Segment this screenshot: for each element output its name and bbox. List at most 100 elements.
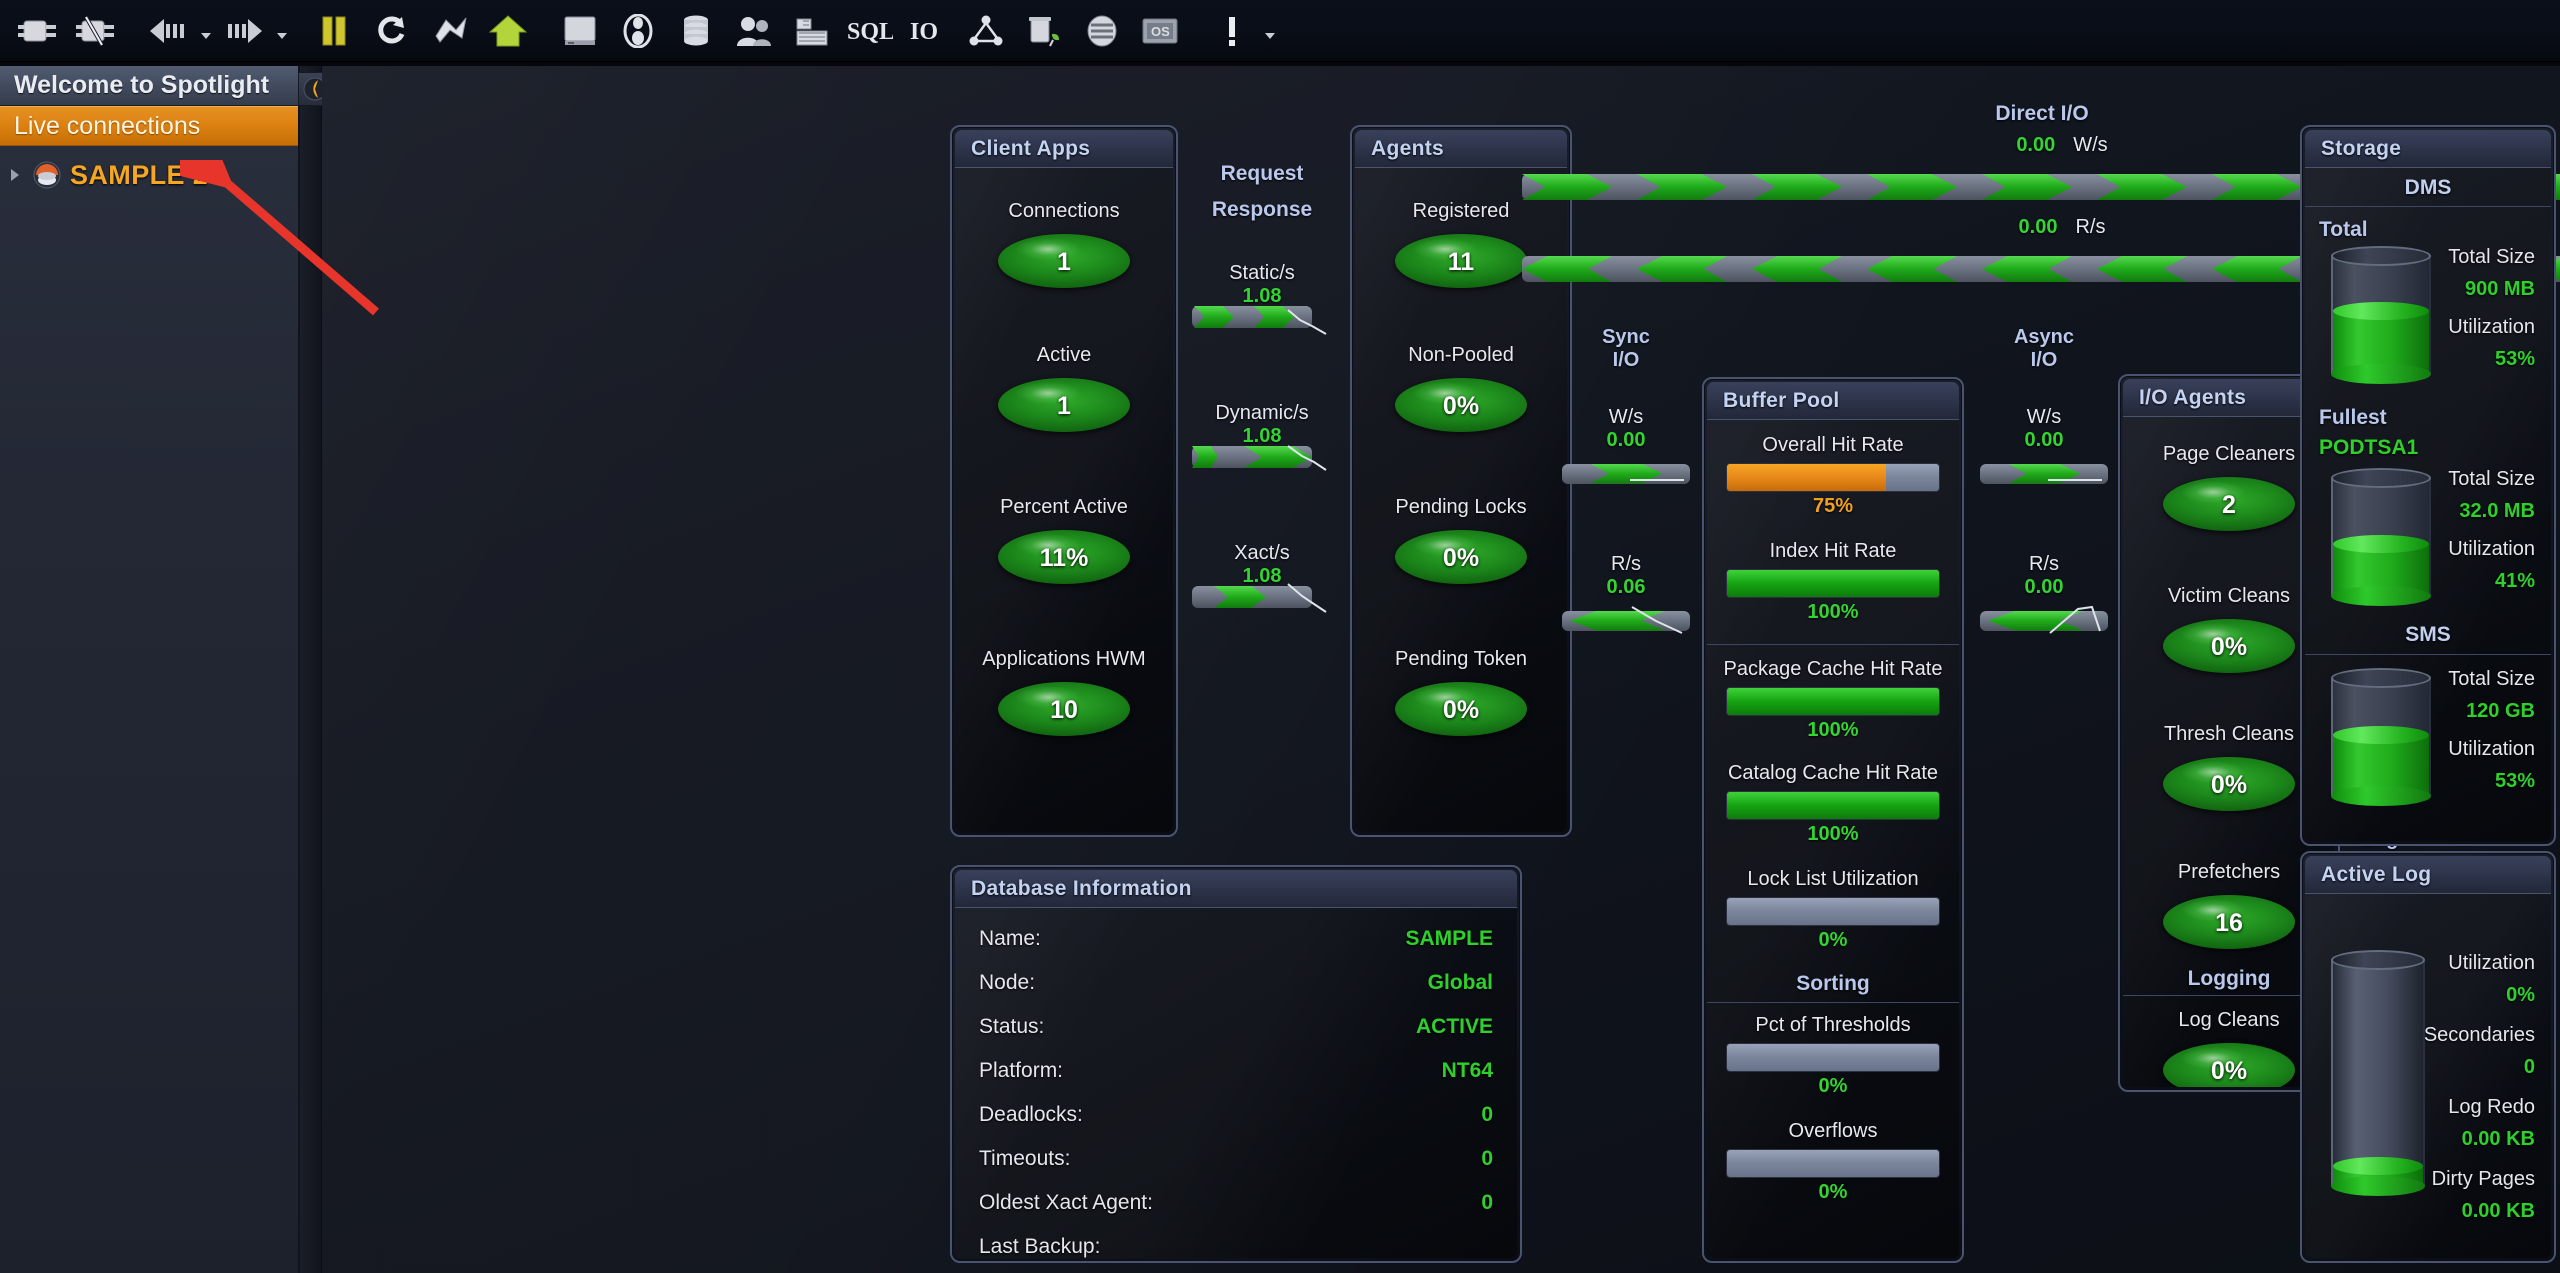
alarms-icon[interactable]	[1204, 3, 1260, 59]
tree-item-sample2[interactable]: SAMPLE 2	[0, 152, 298, 198]
async-io-name-2: I/O	[2030, 348, 2058, 371]
sync-io-column: Sync I/O W/s 0.00 R/s 0.06	[1562, 326, 1690, 658]
flow-xact[interactable]: Xact/s 1.08	[1182, 542, 1342, 613]
buffer-pool-icon[interactable]	[784, 3, 840, 59]
panel-active-log[interactable]: Active Log Utilization 0% Secondaries 0 …	[2300, 851, 2556, 1263]
panel-title: Storage	[2321, 136, 2402, 160]
storage-sms-size-label: Total Size	[2448, 668, 2535, 690]
panel-buffer-pool[interactable]: Buffer Pool Overall Hit Rate 75% Index H…	[1702, 377, 1964, 1263]
panel-body: Overall Hit Rate 75% Index Hit Rate 100%…	[1707, 420, 1959, 1258]
alarms-dropdown-caret-icon[interactable]	[1262, 3, 1278, 59]
flow-dynamic[interactable]: Dynamic/s 1.08	[1182, 402, 1342, 471]
metric-gauge: 11%	[998, 530, 1130, 584]
sync-io-read-value: 0.06	[1606, 575, 1646, 598]
metric-applications-hwm[interactable]: Applications HWM 10	[955, 648, 1173, 736]
active-log-key: Dirty Pages	[2431, 1168, 2535, 1190]
meter-package-cache-hit-rate[interactable]: Package Cache Hit Rate 100%	[1707, 658, 1959, 742]
metric-pending-locks[interactable]: Pending Locks 0%	[1355, 496, 1567, 584]
back-dropdown-caret-icon[interactable]	[198, 3, 214, 59]
panel-agents[interactable]: Agents Registered 11 Non-Pooled 0% Pendi…	[1350, 125, 1572, 837]
panel-header: Buffer Pool	[1707, 382, 1959, 420]
metric-label: Percent Active	[1000, 496, 1128, 518]
direct-io-title: Direct I/O	[1995, 102, 2089, 125]
users-icon[interactable]	[726, 3, 782, 59]
table-row: Oldest Xact Agent: 0	[979, 1182, 1493, 1224]
row-key: Status:	[979, 1015, 1045, 1038]
sync-io-name-1: Sync	[1602, 326, 1650, 348]
expand-arrow-icon[interactable]	[6, 166, 24, 184]
metric-value: 1	[1057, 391, 1071, 420]
direct-io-write-value: 0.00	[2016, 134, 2056, 156]
panel-database-information[interactable]: Database Information Name: SAMPLE Node: …	[950, 865, 1522, 1263]
nav-splitter[interactable]	[300, 66, 322, 1273]
metric-non-pooled[interactable]: Non-Pooled 0%	[1355, 344, 1567, 432]
flow-value: 1.08	[1242, 425, 1282, 447]
flow-label: Dynamic/s	[1215, 402, 1309, 424]
playback-icon[interactable]	[422, 3, 478, 59]
pause-icon[interactable]	[306, 3, 362, 59]
dashboard-canvas: Client Apps Connections 1 Active 1 Perce…	[322, 66, 2560, 1273]
meter-index-hit-rate[interactable]: Index Hit Rate 100%	[1707, 540, 1959, 624]
metric-label: Active	[1036, 344, 1092, 366]
meter-label: Overall Hit Rate	[1762, 434, 1904, 456]
trash-icon[interactable]	[1016, 3, 1072, 59]
nav-live-connections[interactable]: Live connections	[0, 106, 298, 146]
refresh-icon[interactable]	[364, 3, 420, 59]
connect-icon[interactable]	[10, 3, 66, 59]
panel-header: Database Information	[955, 870, 1517, 908]
panel-body: DMS Total Total Size 900 MB Utilization …	[2305, 168, 2551, 841]
metric-gauge: 0%	[1395, 682, 1527, 736]
database-icon[interactable]	[668, 3, 724, 59]
direct-io-read-value: 0.00	[2018, 216, 2058, 238]
disconnect-icon[interactable]	[68, 3, 124, 59]
metric-value: 11	[1447, 247, 1475, 276]
table-row: Platform: NT64	[979, 1050, 1493, 1092]
table-row: Deadlocks: 0	[979, 1094, 1493, 1136]
logs-icon[interactable]	[1074, 3, 1130, 59]
io-icon[interactable]: IO	[900, 3, 956, 59]
storage-fullest-util-label: Utilization	[2448, 538, 2535, 560]
async-io-column: Async I/O W/s 0.00 R/s 0.00	[1980, 326, 2108, 660]
meter-catalog-cache-hit-rate[interactable]: Catalog Cache Hit Rate 100%	[1707, 762, 1959, 846]
panel-header: Client Apps	[955, 130, 1173, 168]
overview-icon[interactable]	[552, 3, 608, 59]
metric-label: Pending Token	[1395, 648, 1527, 670]
async-io-read-value: 0.00	[2024, 575, 2064, 598]
metric-value: 0%	[1442, 695, 1480, 724]
panel-title: I/O Agents	[2139, 385, 2247, 409]
metric-percent-active[interactable]: Percent Active 11%	[955, 496, 1173, 584]
meter-label: Catalog Cache Hit Rate	[1727, 762, 1939, 784]
active-log-value: 0	[2523, 1056, 2535, 1078]
forward-arrow-icon[interactable]	[216, 3, 272, 59]
meter-pct-of-thresholds[interactable]: Pct of Thresholds 0%	[1707, 1014, 1959, 1098]
panel-client-apps[interactable]: Client Apps Connections 1 Active 1 Perce…	[950, 125, 1178, 837]
os-icon[interactable]: OS	[1132, 3, 1188, 59]
active-log-value: 0.00 KB	[2461, 1128, 2535, 1150]
metric-pending-token[interactable]: Pending Token 0%	[1355, 648, 1567, 736]
tree-item-label: SAMPLE 2	[70, 159, 209, 190]
sql-icon[interactable]: SQL	[842, 3, 898, 59]
meter-value: 75%	[1812, 495, 1854, 517]
nav-welcome-title[interactable]: Welcome to Spotlight	[0, 66, 298, 106]
storage-fullest-name: PODTSA1	[2319, 436, 2419, 459]
meter-value: 100%	[1807, 719, 1859, 741]
metric-gauge: 1	[998, 378, 1130, 432]
topology-icon[interactable]	[958, 3, 1014, 59]
back-arrow-icon[interactable]	[140, 3, 196, 59]
metric-active[interactable]: Active 1	[955, 344, 1173, 432]
forward-dropdown-caret-icon[interactable]	[274, 3, 290, 59]
active-log-value: 0.00 KB	[2461, 1200, 2535, 1222]
home-icon[interactable]	[480, 3, 536, 59]
meter-lock-list-utilization[interactable]: Lock List Utilization 0%	[1707, 868, 1959, 952]
left-navigation-pane: Welcome to Spotlight Live connections SA…	[0, 66, 300, 1273]
metric-gauge: 10	[998, 682, 1130, 736]
flow-static[interactable]: Static/s 1.08	[1182, 262, 1342, 335]
meter-overflows[interactable]: Overflows 0%	[1707, 1120, 1959, 1204]
metric-connections[interactable]: Connections 1	[955, 200, 1173, 288]
panel-storage[interactable]: Storage DMS Total Total Size 900 MB Util…	[2300, 125, 2556, 846]
sessions-icon[interactable]	[610, 3, 666, 59]
flow-pipe	[1192, 586, 1312, 608]
meter-overall-hit-rate[interactable]: Overall Hit Rate 75%	[1707, 434, 1959, 518]
row-value: Global	[1427, 971, 1493, 994]
flow-pipe	[1192, 306, 1312, 328]
